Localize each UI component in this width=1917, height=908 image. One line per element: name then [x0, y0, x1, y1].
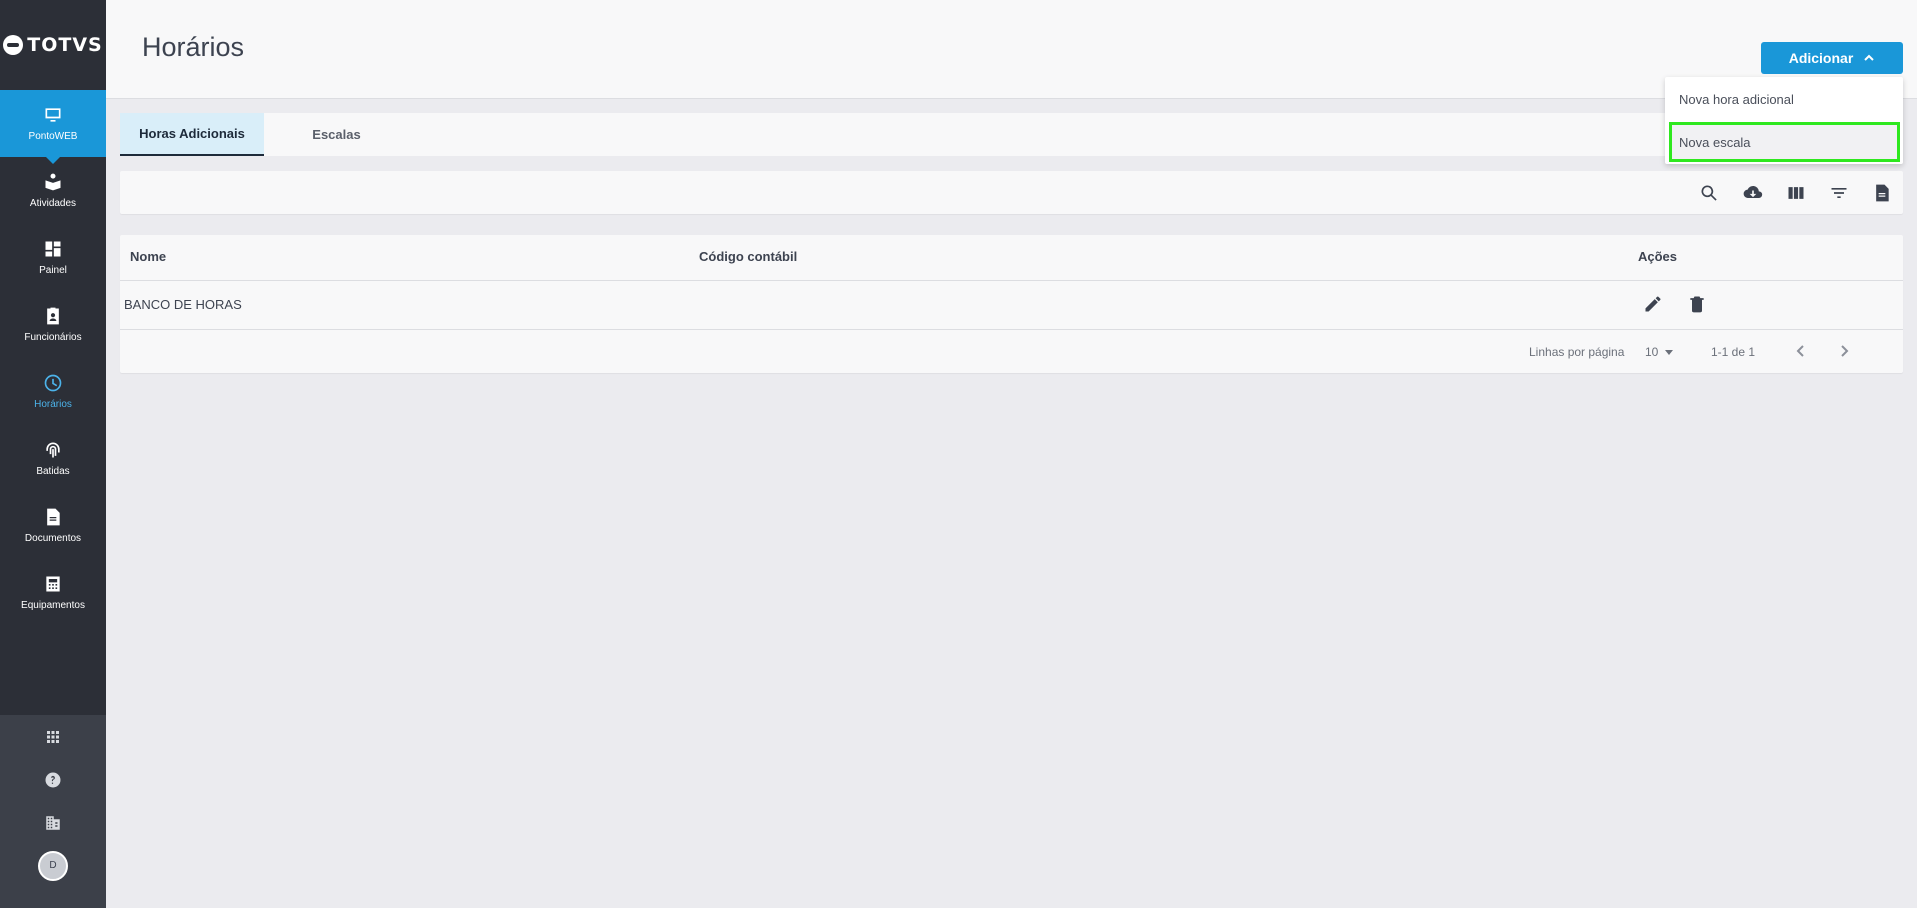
- next-page-button[interactable]: [1837, 344, 1851, 361]
- tab-escalas[interactable]: Escalas: [264, 113, 409, 156]
- pagination-range: 1-1 de 1: [1711, 345, 1756, 359]
- rows-per-page-select[interactable]: 10: [1645, 345, 1674, 359]
- document-icon: [1876, 184, 1889, 202]
- sidebar-item-label: Painel: [39, 265, 67, 276]
- column-header-acoes: Ações: [1638, 249, 1678, 264]
- sidebar-item-pontoweb[interactable]: PontoWEB: [0, 90, 106, 164]
- cloud-download-icon: [1743, 185, 1763, 199]
- columns-icon: [1788, 187, 1804, 199]
- sidebar-item-batidas[interactable]: Batidas: [0, 425, 106, 492]
- tab-bar: Horas Adicionais Escalas: [120, 113, 1903, 156]
- report-button[interactable]: [1871, 182, 1893, 204]
- sidebar-item-documentos[interactable]: Documentos: [0, 492, 106, 559]
- sidebar-item-label: Equipamentos: [21, 600, 85, 611]
- apps-grid-button[interactable]: [0, 715, 106, 758]
- sidebar-item-funcionarios[interactable]: Funcionários: [0, 291, 106, 358]
- user-menu-button[interactable]: D: [0, 844, 106, 887]
- building-icon: [46, 815, 60, 830]
- help-button[interactable]: [0, 758, 106, 801]
- rows-per-page-label: Linhas por página: [1529, 345, 1625, 359]
- column-header-nome[interactable]: Nome: [130, 249, 166, 264]
- search-icon: [1701, 185, 1717, 201]
- menu-item-nova-hora-adicional[interactable]: Nova hora adicional: [1665, 80, 1903, 118]
- trash-icon: [1690, 296, 1704, 313]
- sidebar-item-painel[interactable]: Painel: [0, 224, 106, 291]
- table-toolbar: [120, 171, 1903, 214]
- chevron-left-icon: [1796, 345, 1804, 357]
- download-button[interactable]: [1742, 182, 1764, 204]
- table-header: Nome Código contábil Ações: [120, 235, 1903, 281]
- apps-grid-icon: [47, 730, 59, 743]
- totvs-logo-mark: [3, 35, 24, 55]
- add-dropdown-menu: Nova hora adicional Nova escala: [1665, 77, 1903, 164]
- sidebar-item-label: Atividades: [29, 198, 77, 209]
- sidebar-bottom: D: [0, 715, 106, 908]
- sidebar-item-label: Batidas: [36, 466, 70, 477]
- sidebar-item-label: Funcionários: [24, 332, 82, 343]
- column-header-codigo-contabil[interactable]: Código contábil: [699, 249, 797, 264]
- filter-icon: [1831, 188, 1847, 198]
- add-button-label: Adicionar: [1788, 50, 1854, 66]
- rows-per-page-value: 10: [1645, 345, 1659, 359]
- cell-nome: BANCO DE HORAS: [124, 297, 242, 312]
- sidebar-item-equipamentos[interactable]: Equipamentos: [0, 559, 106, 626]
- monitor-icon: [45, 108, 61, 122]
- page-header: Horários Adicionar: [106, 0, 1917, 99]
- totvs-logo[interactable]: TOTVS: [0, 0, 106, 90]
- company-button[interactable]: [0, 801, 106, 844]
- search-button[interactable]: [1698, 182, 1720, 204]
- book-reader-icon: [45, 173, 61, 191]
- sidebar-item-atividades[interactable]: Atividades: [0, 157, 106, 224]
- sidebar-item-label: PontoWEB: [28, 131, 78, 142]
- edit-icon: [1645, 296, 1661, 312]
- prev-page-button[interactable]: [1794, 344, 1808, 361]
- edit-button[interactable]: [1643, 294, 1665, 316]
- chevron-right-icon: [1841, 345, 1849, 357]
- clock-icon: [44, 374, 62, 392]
- document-icon: [47, 508, 60, 526]
- tab-horas-adicionais[interactable]: Horas Adicionais: [120, 113, 264, 156]
- avatar: D: [38, 850, 68, 881]
- filter-button[interactable]: [1828, 182, 1850, 204]
- help-icon: [45, 772, 61, 787]
- logo-text: TOTVS: [27, 34, 103, 56]
- sidebar-item-horarios[interactable]: Horários: [0, 358, 106, 425]
- table-footer: Linhas por página 10 1-1 de 1: [120, 330, 1903, 373]
- caret-down-icon: [1665, 350, 1674, 355]
- menu-item-nova-escala[interactable]: Nova escala: [1669, 122, 1900, 162]
- columns-button[interactable]: [1785, 182, 1807, 204]
- table-row[interactable]: BANCO DE HORAS: [120, 281, 1903, 330]
- add-button[interactable]: Adicionar: [1761, 42, 1903, 74]
- data-table: Nome Código contábil Ações BANCO DE HORA…: [120, 235, 1903, 373]
- sidebar: TOTVS PontoWEB Atividades Painel Funcion…: [0, 0, 106, 908]
- badge-icon: [47, 307, 59, 325]
- sidebar-item-label: Horários: [34, 399, 72, 410]
- sidebar-item-label: Documentos: [24, 533, 82, 544]
- dashboard-icon: [45, 241, 61, 257]
- page-title: Horários: [142, 32, 245, 62]
- chevron-up-icon: [1864, 54, 1874, 61]
- fingerprint-icon: [46, 442, 60, 458]
- device-icon: [46, 576, 60, 592]
- delete-button[interactable]: [1687, 294, 1709, 316]
